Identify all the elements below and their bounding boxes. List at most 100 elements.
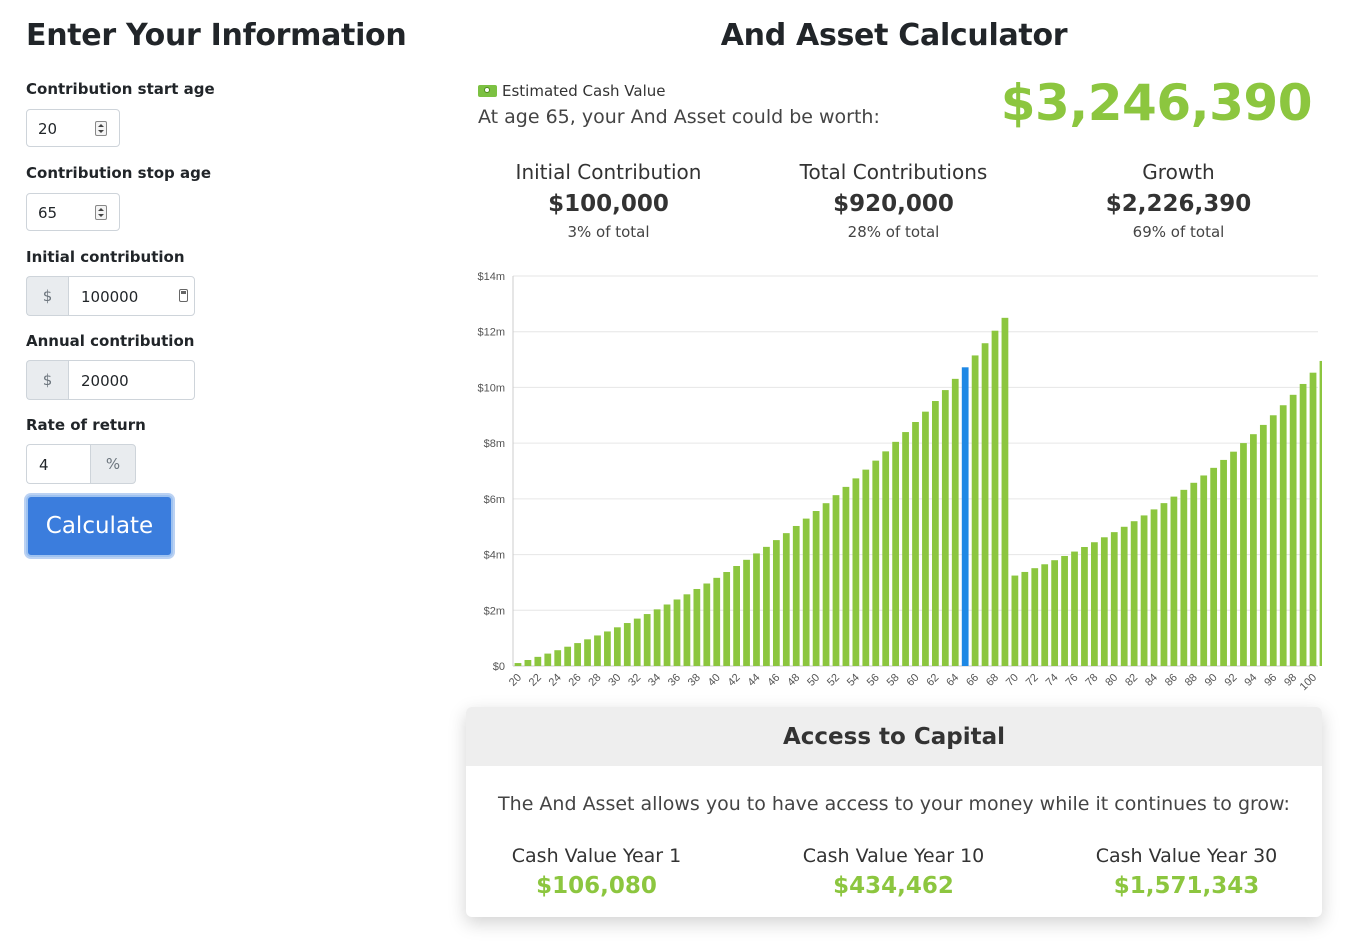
bar[interactable] [922, 411, 929, 666]
bar[interactable] [584, 639, 591, 666]
bar[interactable] [931, 401, 939, 666]
bar[interactable] [743, 559, 750, 666]
bar[interactable] [1309, 372, 1317, 666]
annual-contribution-input[interactable]: 20000 [68, 360, 195, 400]
rate-of-return-input[interactable]: 4 [26, 444, 90, 484]
bar[interactable] [703, 583, 711, 666]
bar[interactable] [564, 646, 572, 666]
x-tick-label: 88 [1183, 672, 1200, 689]
cash-value-amount: $434,462 [833, 873, 954, 899]
bar[interactable] [633, 618, 641, 666]
bar[interactable] [1190, 482, 1198, 666]
bar[interactable] [862, 469, 870, 666]
bar[interactable] [941, 390, 949, 666]
bar[interactable] [971, 355, 979, 666]
bar[interactable] [574, 643, 581, 666]
bar[interactable] [1299, 383, 1307, 666]
bar[interactable] [1289, 394, 1297, 666]
initial-contribution-label: Initial contribution [26, 248, 185, 266]
bar[interactable] [1200, 475, 1208, 666]
bar[interactable] [723, 572, 731, 666]
bar[interactable] [663, 604, 671, 666]
bar[interactable] [1091, 542, 1098, 666]
bar[interactable] [812, 511, 820, 666]
bar[interactable] [673, 599, 681, 666]
bar[interactable] [1100, 537, 1108, 666]
bar[interactable] [981, 343, 989, 666]
bar[interactable] [782, 533, 790, 666]
bar[interactable] [1130, 521, 1138, 666]
bar[interactable] [1051, 560, 1059, 666]
estimated-cash-value-label: Estimated Cash Value [478, 82, 666, 100]
cash-value-label: Cash Value Year 1 [511, 845, 682, 867]
bar[interactable] [1210, 467, 1218, 666]
bar[interactable] [514, 663, 522, 666]
bar[interactable] [613, 627, 621, 666]
bar[interactable] [1031, 568, 1039, 666]
bar[interactable] [772, 540, 780, 666]
bar[interactable] [713, 577, 721, 666]
bar[interactable] [653, 609, 661, 666]
bar[interactable] [912, 422, 919, 666]
bar[interactable] [802, 518, 810, 666]
bar[interactable] [643, 614, 651, 666]
bar[interactable] [753, 553, 760, 666]
bar[interactable] [623, 623, 631, 666]
bar[interactable] [1160, 503, 1168, 666]
bar[interactable] [1240, 443, 1247, 666]
stop-age-spinner-icon[interactable] [95, 205, 107, 220]
bar[interactable] [832, 495, 840, 666]
bar[interactable] [1110, 532, 1118, 666]
bar[interactable] [1081, 546, 1088, 666]
bar[interactable] [1150, 509, 1158, 666]
bar[interactable] [554, 650, 562, 666]
bar[interactable] [1001, 317, 1009, 666]
bar[interactable] [1140, 515, 1148, 666]
bar[interactable] [594, 635, 601, 666]
bar[interactable] [822, 503, 830, 666]
x-tick-label: 54 [845, 672, 862, 689]
bar[interactable] [842, 486, 850, 666]
bar[interactable] [852, 478, 860, 666]
x-tick-label: 20 [507, 672, 524, 689]
bar[interactable] [872, 460, 880, 666]
bar[interactable] [882, 451, 890, 666]
stop-age-input[interactable]: 65 [26, 193, 120, 231]
bar[interactable] [763, 546, 770, 666]
bar[interactable] [1180, 489, 1188, 666]
x-tick-label: 62 [924, 672, 941, 689]
bar[interactable] [1319, 360, 1322, 666]
rate-of-return-value: 4 [39, 456, 49, 474]
bar[interactable] [604, 631, 611, 666]
start-age-spinner-icon[interactable] [95, 121, 107, 136]
bar[interactable] [902, 432, 909, 666]
bar[interactable] [1120, 526, 1128, 666]
bar[interactable] [524, 660, 532, 666]
bar[interactable] [693, 588, 701, 666]
bar[interactable] [1220, 459, 1227, 666]
bar[interactable] [1279, 405, 1287, 666]
bar[interactable] [1071, 551, 1078, 666]
bar[interactable] [1269, 415, 1277, 666]
bar[interactable] [1230, 451, 1237, 666]
x-tick-label: 26 [567, 672, 584, 689]
bar[interactable] [1021, 571, 1029, 666]
bar[interactable] [991, 330, 999, 666]
bar[interactable] [892, 441, 900, 666]
bar-highlighted[interactable] [961, 367, 969, 666]
bar[interactable] [1250, 434, 1257, 666]
bar[interactable] [1041, 564, 1049, 666]
start-age-input[interactable]: 20 [26, 109, 120, 147]
bar[interactable] [544, 653, 552, 666]
bar[interactable] [1259, 424, 1267, 666]
bar[interactable] [792, 525, 800, 666]
calculate-button[interactable]: Calculate [26, 495, 173, 557]
bar[interactable] [951, 378, 959, 666]
bar[interactable] [1170, 496, 1178, 666]
initial-contribution-input[interactable]: 100000 [68, 276, 195, 316]
bar[interactable] [534, 656, 542, 666]
bar[interactable] [733, 565, 740, 666]
bar[interactable] [683, 594, 691, 666]
bar[interactable] [1011, 575, 1019, 666]
bar[interactable] [1061, 555, 1068, 666]
